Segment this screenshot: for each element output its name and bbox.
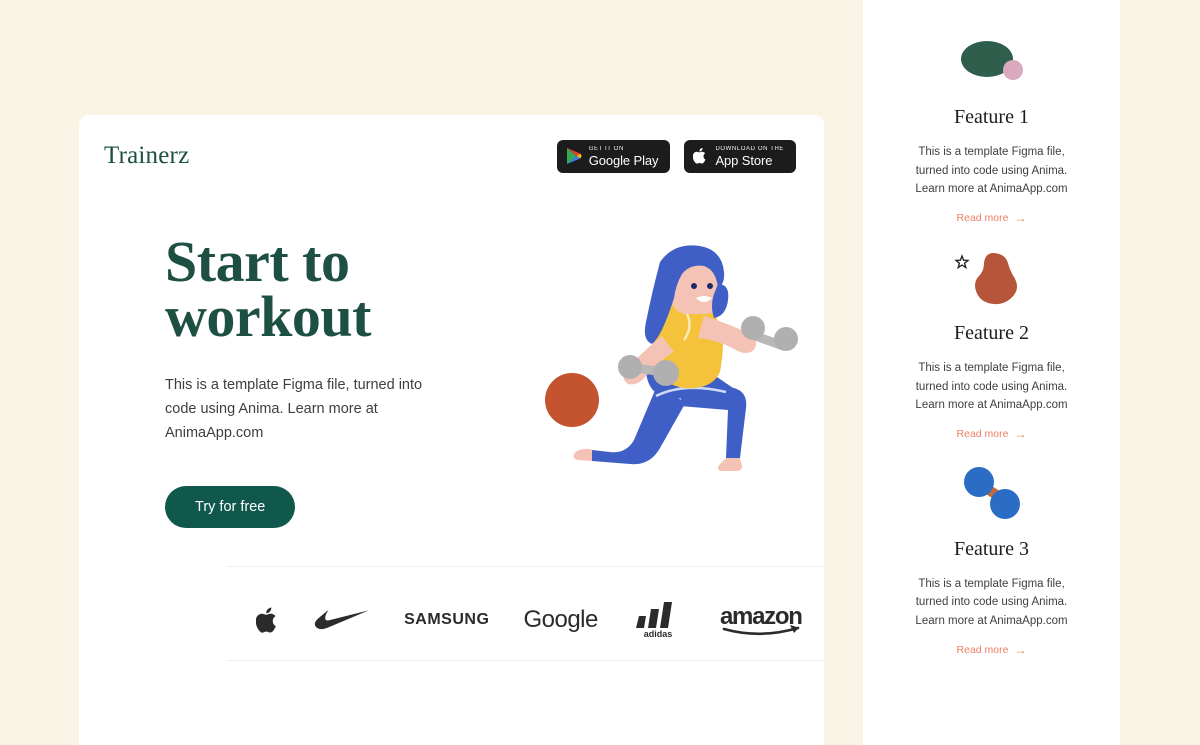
feature-read-more-link[interactable]: Read more → — [957, 428, 1027, 440]
feature-title: Feature 2 — [954, 321, 1029, 344]
svg-text:adidas: adidas — [644, 629, 673, 639]
google-wordmark: Google — [523, 606, 598, 633]
store-badges: GET IT ON Google Play Download on the Ap… — [556, 139, 796, 173]
feature-card-1: Feature 1 This is a template Figma file,… — [863, 26, 1120, 224]
read-more-label: Read more — [956, 211, 1009, 224]
google-play-icon — [566, 147, 582, 165]
feature-title: Feature 1 — [954, 106, 1029, 128]
feature-read-more-link[interactable]: Read more → — [957, 644, 1027, 656]
app-store-badge[interactable]: Download on the App Store — [684, 139, 796, 173]
nike-swoosh-logo — [314, 609, 370, 631]
read-more-label: Read more — [956, 643, 1009, 656]
arrow-right-icon: → — [1014, 642, 1027, 657]
hero-topbar: Trainerz GET IT ON Google Play DOWNLOAD … — [104, 133, 796, 179]
divider-bottom — [226, 660, 836, 661]
read-more-label: Read more — [956, 427, 1009, 440]
feature-panel: Feature 1 This is a template Figma file,… — [863, 0, 1120, 745]
app-store-label: Download on the App Store — [715, 146, 784, 167]
apple-icon — [693, 147, 708, 165]
hero-card: Trainerz GET IT ON Google Play DOWNLOAD … — [79, 115, 836, 745]
google-play-small-text: GET IT ON — [588, 145, 624, 152]
page-root: Trainerz GET IT ON Google Play DOWNLOAD … — [0, 0, 1200, 745]
amazon-wordmark: amazon — [718, 603, 806, 637]
feature-description: This is a template Figma file, turned in… — [915, 361, 1068, 412]
svg-text:amazon: amazon — [720, 603, 802, 630]
google-play-badge[interactable]: GET IT ON Google Play — [556, 139, 671, 173]
orange-ball-shape — [545, 373, 599, 427]
feature-card-3: Feature 3 This is a template Figma file,… — [863, 458, 1120, 656]
arrow-right-icon: → — [1014, 426, 1027, 441]
app-store-small-text: Download on the — [715, 145, 784, 152]
page-title: Start to workout — [165, 233, 495, 346]
hero-illustration — [534, 240, 814, 490]
feature-description: This is a template Figma file, turned in… — [915, 146, 1068, 196]
apple-logo — [256, 606, 280, 635]
feature-title: Feature 3 — [954, 537, 1029, 560]
green-ellipse-with-pink-circle-icon — [942, 26, 1042, 98]
blue-dumbbell-icon — [942, 458, 1042, 530]
hero-title-line-2: workout — [165, 283, 371, 349]
brand-logos-row: SAMSUNG Google adidas amazon — [226, 585, 836, 655]
google-play-big-text: Google Play — [588, 152, 659, 168]
adidas-logo: adidas — [632, 601, 684, 639]
hero-description: This is a template Figma file, turned in… — [165, 377, 423, 441]
samsung-wordmark: SAMSUNG — [404, 611, 490, 628]
try-for-free-button[interactable]: Try for free — [165, 485, 296, 528]
feature-card-2: Feature 2 This is a template Figma file,… — [863, 242, 1120, 440]
app-store-big-text: App Store — [715, 152, 773, 168]
feature-description: This is a template Figma file, turned in… — [915, 577, 1068, 627]
brand-logo[interactable]: Trainerz — [104, 142, 189, 170]
terracotta-blob-with-star-icon — [942, 242, 1042, 314]
hero-text-block: Start to workout This is a template Figm… — [165, 233, 495, 528]
divider-top — [226, 566, 836, 567]
feature-read-more-link[interactable]: Read more → — [957, 212, 1027, 224]
arrow-right-icon: → — [1014, 210, 1027, 225]
google-play-label: GET IT ON Google Play — [589, 146, 659, 167]
